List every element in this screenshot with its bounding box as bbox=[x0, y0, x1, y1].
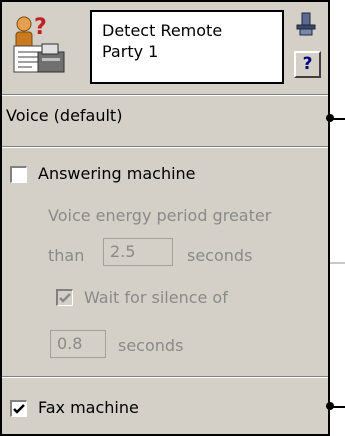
fax-machine-label: Fax machine bbox=[38, 398, 139, 417]
answering-machine-checkbox[interactable] bbox=[10, 166, 27, 183]
voice-default-label: Voice (default) bbox=[6, 106, 123, 125]
voice-energy-label: Voice energy period greater bbox=[48, 206, 272, 225]
title-line-2: Party 1 bbox=[102, 42, 159, 61]
answering-machine-label: Answering machine bbox=[38, 164, 196, 183]
node-title-box[interactable]: Detect Remote Party 1 bbox=[90, 10, 284, 84]
voice-energy-period-input[interactable]: 2.5 bbox=[103, 238, 173, 266]
node-header: ? Detect Remote Party 1 ? bbox=[2, 2, 328, 94]
voice-output-port[interactable] bbox=[326, 114, 334, 122]
node-panel: ? Detect Remote Party 1 ? Voice (default… bbox=[0, 0, 330, 436]
separator bbox=[2, 94, 328, 96]
than-label: than bbox=[48, 246, 85, 265]
silence-seconds-label: seconds bbox=[118, 336, 184, 355]
title-line-1: Detect Remote bbox=[102, 21, 223, 40]
wait-for-silence-checkbox[interactable] bbox=[56, 289, 73, 306]
checkmark-icon bbox=[59, 293, 71, 303]
answering-output-connector[interactable] bbox=[330, 262, 345, 264]
silence-duration-input[interactable]: 0.8 bbox=[50, 330, 106, 358]
pin-icon[interactable] bbox=[295, 12, 317, 36]
help-button[interactable]: ? bbox=[294, 51, 321, 78]
detect-party-icon: ? bbox=[13, 15, 65, 73]
period-seconds-label: seconds bbox=[187, 246, 253, 265]
separator bbox=[2, 146, 328, 148]
fax-output-port[interactable] bbox=[326, 402, 334, 410]
separator bbox=[2, 376, 328, 378]
svg-text:?: ? bbox=[34, 15, 47, 40]
wait-for-silence-label: Wait for silence of bbox=[84, 288, 228, 307]
fax-machine-checkbox[interactable] bbox=[10, 400, 27, 417]
checkmark-icon bbox=[13, 404, 25, 414]
